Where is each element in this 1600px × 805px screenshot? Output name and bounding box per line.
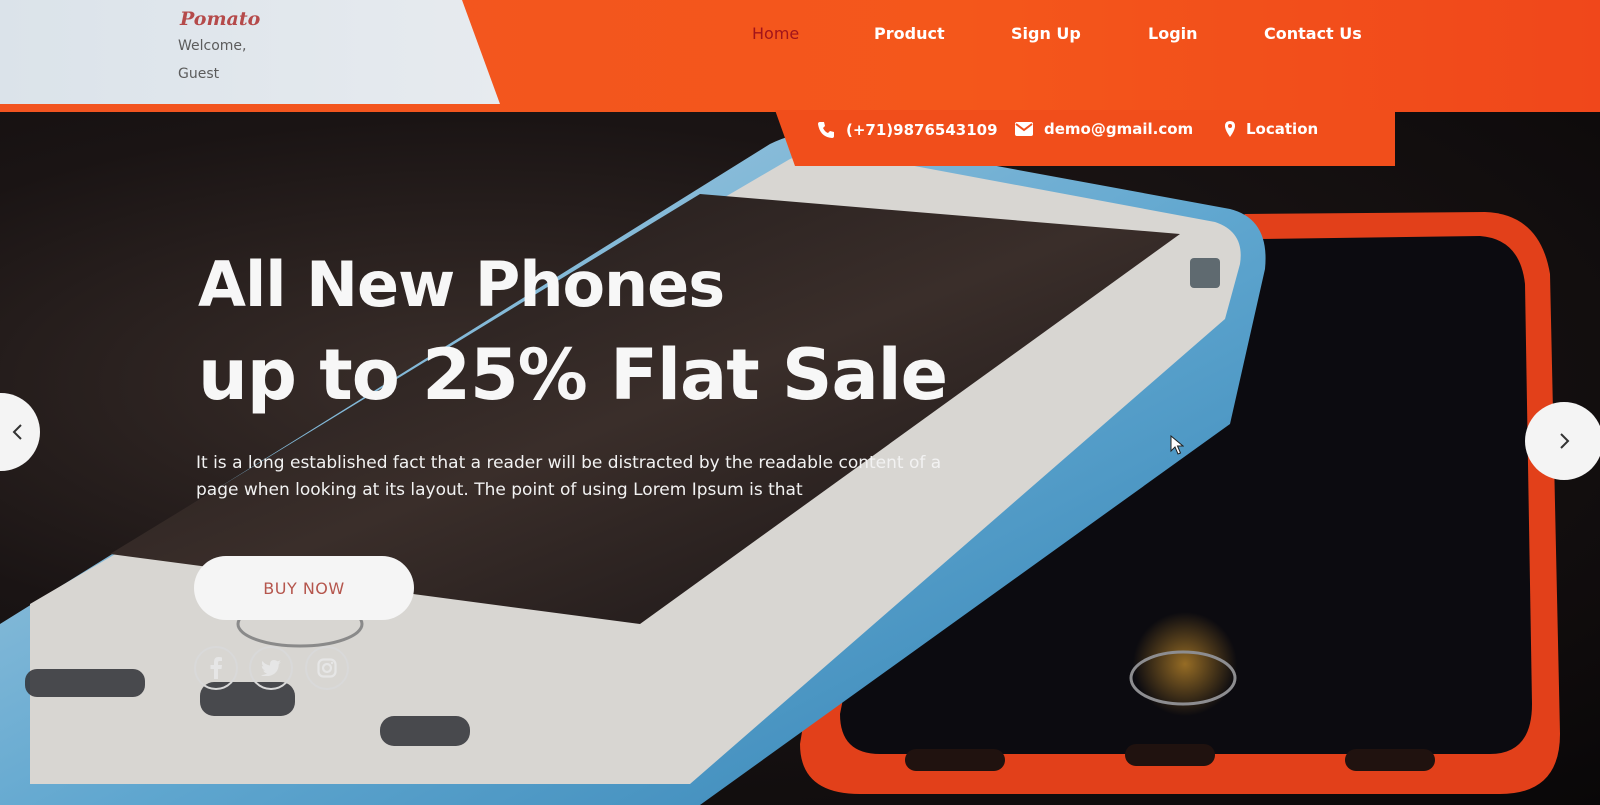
contact-email-text: demo@gmail.com	[1044, 120, 1194, 138]
contact-phone-text: (+71)9876543109	[846, 121, 998, 139]
mouse-cursor-icon	[1170, 435, 1184, 455]
hero-description: It is a long established fact that a rea…	[196, 453, 942, 500]
contact-location-text: Location	[1246, 120, 1319, 138]
chevron-left-icon	[12, 424, 22, 440]
facebook-icon	[210, 657, 222, 679]
facebook-link[interactable]	[194, 646, 238, 690]
chevron-right-icon	[1560, 433, 1570, 449]
instagram-link[interactable]	[305, 646, 349, 690]
phone-icon	[818, 122, 834, 138]
buy-now-button[interactable]: BUY NOW	[194, 556, 414, 620]
contact-phone[interactable]: (+71)9876543109	[816, 120, 998, 140]
nav-home[interactable]: Home	[752, 24, 799, 43]
carousel-next-button[interactable]	[1525, 402, 1600, 480]
contact-location[interactable]: Location	[1224, 120, 1318, 138]
twitter-link[interactable]	[249, 646, 293, 690]
guest-text: Guest	[178, 66, 220, 82]
main-nav: Home Product Sign Up Login Contact Us	[0, 24, 1600, 54]
nav-contact-us[interactable]: Contact Us	[1264, 24, 1362, 43]
nav-sign-up[interactable]: Sign Up	[1011, 24, 1081, 43]
map-pin-icon	[1225, 121, 1235, 137]
nav-login[interactable]: Login	[1148, 24, 1198, 43]
nav-product[interactable]: Product	[874, 24, 945, 43]
hero-title-line-1: All New Phones	[198, 248, 725, 321]
contact-email[interactable]: demo@gmail.com	[1014, 120, 1193, 138]
envelope-icon	[1015, 122, 1033, 136]
hero-title-line-2: up to 25% Flat Sale	[198, 334, 948, 416]
site-header: Pomato Welcome, Guest Home Product Sign …	[0, 0, 1600, 112]
instagram-icon	[317, 658, 337, 678]
twitter-icon	[261, 660, 281, 676]
